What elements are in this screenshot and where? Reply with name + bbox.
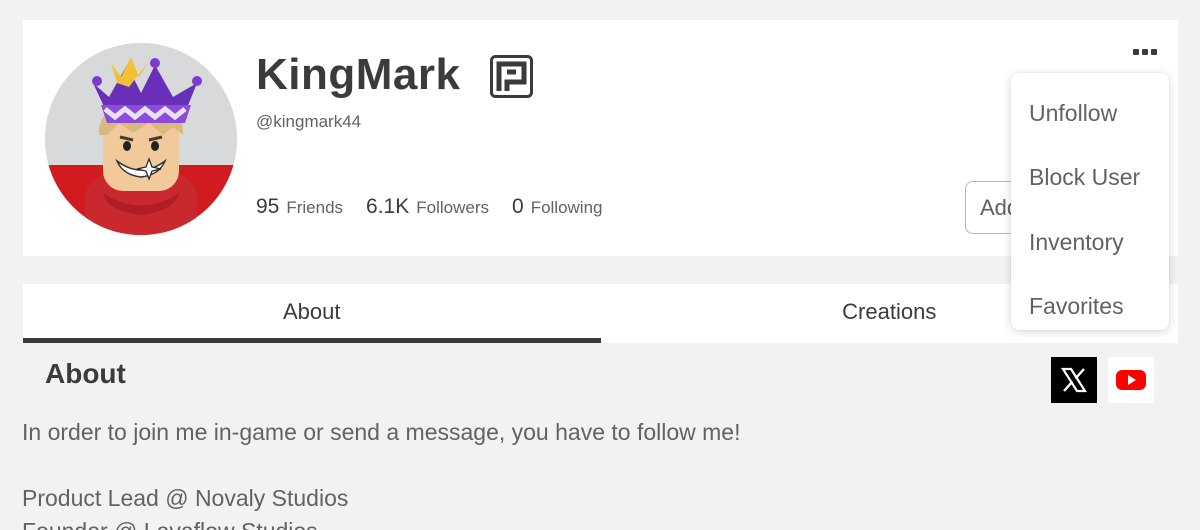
friends-label: Friends bbox=[286, 198, 344, 217]
menu-item-favorites[interactable]: Favorites bbox=[1011, 275, 1169, 340]
followers-count: 6.1K bbox=[366, 195, 410, 218]
about-description: In order to join me in-game or send a me… bbox=[22, 419, 741, 530]
about-heading: About bbox=[45, 358, 126, 389]
x-twitter-icon[interactable] bbox=[1051, 357, 1097, 403]
tab-about[interactable]: About bbox=[23, 284, 601, 343]
following-label: Following bbox=[530, 198, 603, 217]
profile-page: KingMark @kingmark44 95 Friends 6.1K Fol… bbox=[0, 0, 1200, 530]
more-options-icon[interactable] bbox=[1126, 38, 1164, 66]
following-count: 0 bbox=[512, 195, 524, 218]
display-name: KingMark bbox=[256, 50, 461, 99]
followers-stat[interactable]: 6.1K Followers bbox=[366, 195, 489, 219]
menu-item-unfollow[interactable]: Unfollow bbox=[1011, 81, 1169, 146]
friends-count: 95 bbox=[256, 195, 280, 218]
username: @kingmark44 bbox=[256, 112, 362, 131]
followers-label: Followers bbox=[416, 198, 489, 217]
youtube-icon[interactable] bbox=[1108, 357, 1154, 403]
profile-header: KingMark @kingmark44 95 Friends 6.1K Fol… bbox=[23, 20, 1178, 256]
avatar[interactable] bbox=[45, 43, 237, 235]
avatar-image bbox=[45, 43, 237, 235]
menu-item-block-user[interactable]: Block User bbox=[1011, 146, 1169, 211]
more-options-menu: Unfollow Block User Inventory Favorites bbox=[1011, 73, 1169, 330]
profile-tabs: About Creations bbox=[23, 284, 1178, 343]
friends-stat[interactable]: 95 Friends bbox=[256, 195, 343, 219]
following-stat[interactable]: 0 Following bbox=[512, 195, 603, 219]
profile-stats: 95 Friends 6.1K Followers 0 Following bbox=[256, 195, 626, 219]
menu-item-inventory[interactable]: Inventory bbox=[1011, 210, 1169, 275]
verified-badge-icon bbox=[490, 55, 533, 98]
